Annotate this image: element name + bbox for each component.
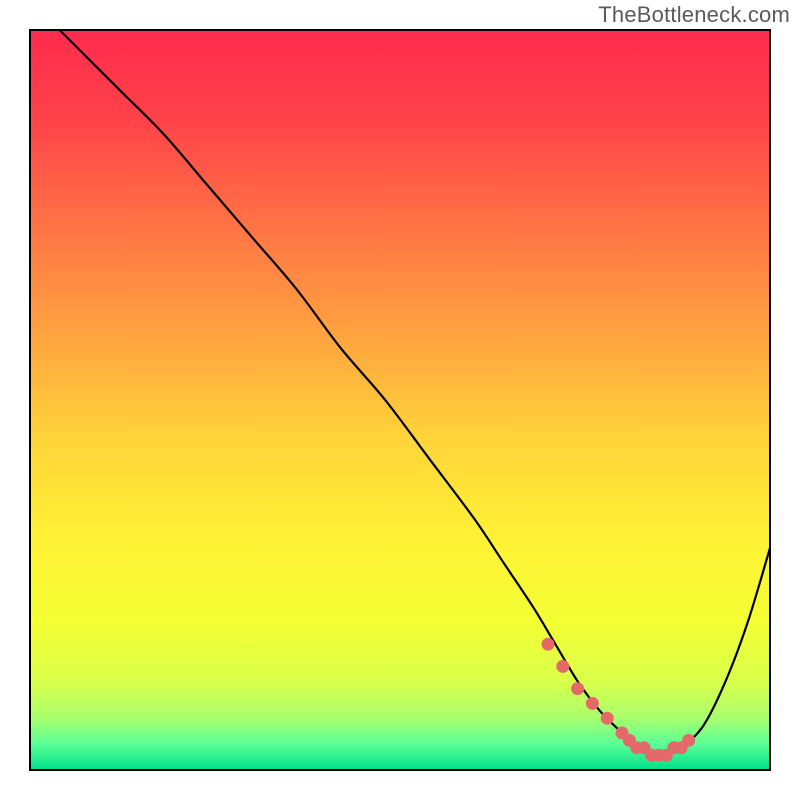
gradient-background	[30, 30, 770, 770]
optimal-marker	[601, 712, 614, 725]
bottleneck-chart	[0, 0, 800, 800]
optimal-marker	[556, 660, 569, 673]
optimal-marker	[542, 638, 555, 651]
optimal-marker	[571, 682, 584, 695]
watermark: TheBottleneck.com	[598, 2, 790, 28]
optimal-marker	[682, 734, 695, 747]
chart-container: TheBottleneck.com	[0, 0, 800, 800]
optimal-marker	[586, 697, 599, 710]
